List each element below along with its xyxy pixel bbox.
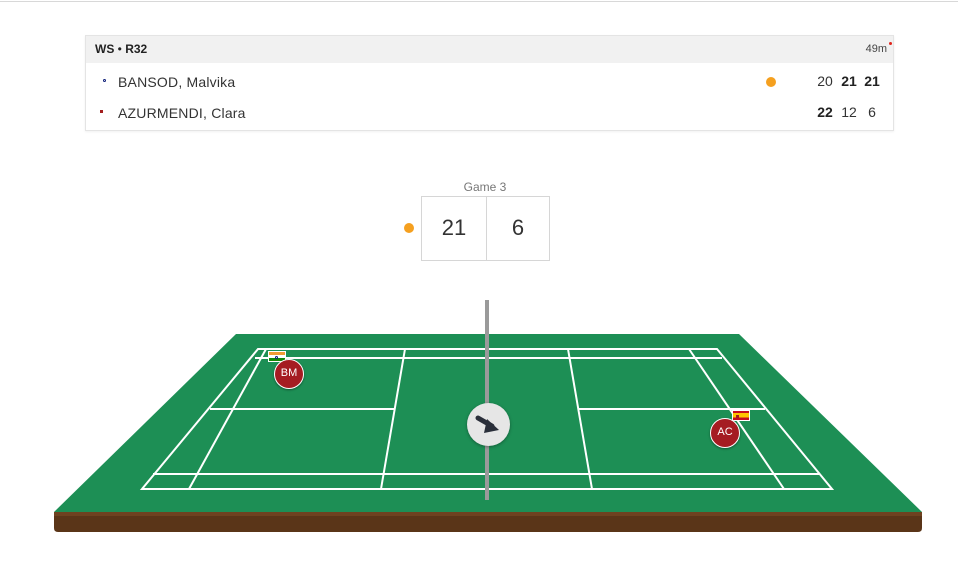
spain-flag-icon [732,410,750,421]
game-score: 21 [841,73,857,89]
event-code: WS [95,42,115,56]
game-score: 20 [817,73,833,89]
shuttle-direction-button[interactable] [467,403,510,446]
round-code: R32 [125,42,148,56]
player-row: BANSOD, Malvika 20 21 21 [86,66,893,96]
game-score: 21 [864,73,880,89]
player-marker[interactable]: AC [710,418,740,448]
live-indicator-dot [889,42,892,45]
match-score-card[interactable]: WS • R32 49m BANSOD, Malvika 20 21 21 AZ… [85,35,894,131]
top-divider [0,1,958,2]
match-duration: 49m [865,43,887,55]
serve-indicator [404,223,414,233]
player-name: AZURMENDI, Clara [118,105,246,121]
match-header: WS • R32 49m [86,36,893,63]
game-score: 12 [841,104,857,120]
event-round-label: WS • R32 [95,42,148,56]
serve-indicator [766,77,776,87]
player-row: AZURMENDI, Clara 22 12 6 [86,97,893,127]
live-score-box: 21 6 [421,196,550,261]
game-score: 22 [817,104,833,120]
live-score-left: 21 [441,215,467,240]
court-base-top [54,512,922,516]
game-score: 6 [868,104,876,120]
arrow-down-right-icon [475,415,499,433]
current-game-label: Game 3 [463,180,507,194]
player-name: BANSOD, Malvika [118,74,236,90]
live-score-right: 6 [511,215,525,240]
player-marker[interactable]: BM [274,359,304,389]
